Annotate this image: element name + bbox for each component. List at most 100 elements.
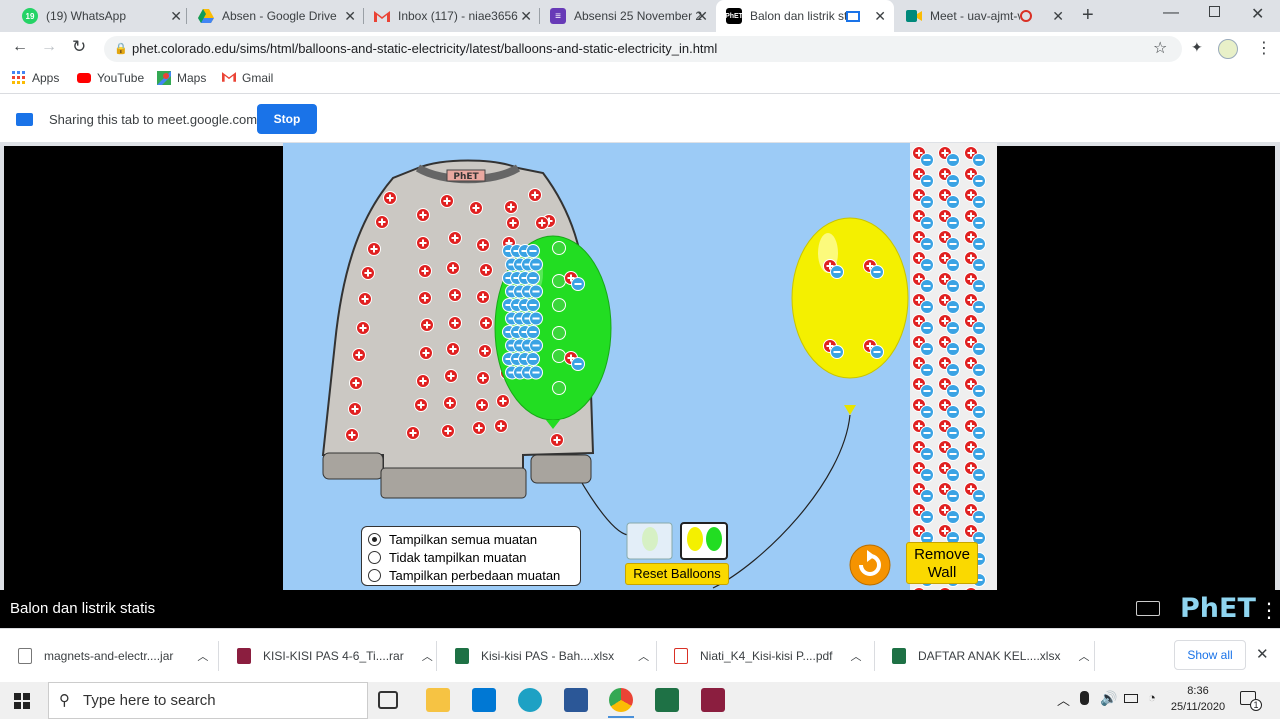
keyboard-icon[interactable] (1136, 601, 1160, 616)
youtube-icon (77, 73, 91, 83)
bookmark-label: Maps (177, 71, 207, 85)
tab-google-forms[interactable]: ≡ Absensi 25 November 2 ✕ (540, 0, 716, 32)
search-placeholder: Type here to search (83, 692, 216, 709)
sharing-icon (846, 10, 860, 22)
tab-strip: 19 (19) WhatsApp ✕ Absen - Google Drive … (0, 0, 1280, 32)
whatsapp-icon: 19 (22, 8, 38, 24)
address-bar[interactable]: 🔒 phet.colorado.edu/sims/html/balloons-a… (104, 36, 1182, 62)
apps-grid-icon (12, 71, 26, 85)
volume-icon[interactable]: 🔊 (1100, 690, 1117, 707)
bookmark-youtube[interactable]: YouTube (77, 71, 144, 85)
windows-start-icon[interactable] (14, 693, 30, 712)
close-icon[interactable]: ✕ (1052, 8, 1064, 25)
stop-sharing-button[interactable]: Stop (257, 104, 317, 134)
new-tab-button[interactable]: + (1082, 4, 1094, 27)
chevron-up-icon[interactable]: ︿ (638, 648, 649, 664)
download-item[interactable]: magnets-and-electr....jar ︿ (18, 629, 208, 683)
radio-show-all-charges[interactable]: Tampilkan semua muatan (368, 530, 574, 548)
close-icon[interactable]: ✕ (696, 8, 708, 25)
restore-button[interactable] (1209, 6, 1220, 17)
file-icon (18, 648, 32, 664)
download-name: Niati_K4_Kisi-kisi P....pdf (700, 649, 833, 663)
downloads-shelf: magnets-and-electr....jar ︿ KISI-KISI PA… (0, 628, 1280, 682)
yellow-balloon-string (712, 414, 851, 589)
edge-icon[interactable] (518, 688, 542, 712)
radio-label: Tampilkan perbedaan muatan (389, 567, 561, 583)
bookmark-label: Apps (32, 71, 60, 85)
charge-display-options: Tampilkan semua muatan Tidak tampilkan m… (361, 526, 581, 586)
reset-balloons-button[interactable]: Reset Balloons (625, 563, 729, 585)
file-explorer-icon[interactable] (426, 688, 450, 712)
tab-title: Inbox (117) - niae3656 (398, 9, 518, 23)
pdf-icon (674, 648, 688, 664)
yellow-balloon[interactable] (791, 217, 909, 415)
balloon-positive-charge (552, 298, 566, 312)
mail-icon[interactable] (472, 688, 496, 712)
phet-menu-icon[interactable]: ⋮ (1259, 598, 1279, 623)
extensions-icon[interactable]: ✦ (1191, 39, 1203, 56)
download-name: DAFTAR ANAK KEL....xlsx (918, 649, 1061, 663)
tab-gmail[interactable]: Inbox (117) - niae3656 ✕ (364, 0, 540, 32)
download-name: Kisi-kisi PAS - Bah....xlsx (481, 649, 615, 663)
bookmark-gmail[interactable]: Gmail (222, 71, 273, 85)
show-all-downloads-button[interactable]: Show all (1174, 640, 1246, 670)
chrome-icon[interactable] (609, 688, 633, 712)
download-item[interactable]: KISI-KISI PAS 4-6_Ti....rar ︿ (237, 629, 433, 683)
tray-chevron-icon[interactable]: ︿ (1057, 690, 1070, 709)
radio-button[interactable] (368, 532, 381, 546)
taskbar-search-input[interactable]: ⚲ Type here to search (48, 682, 368, 719)
task-view-icon[interactable] (378, 691, 398, 709)
chevron-up-icon[interactable]: ︿ (422, 648, 433, 664)
reset-all-button[interactable] (849, 544, 891, 586)
close-icon[interactable]: ✕ (520, 8, 532, 25)
clock-date[interactable]: 25/11/2020 (1166, 701, 1230, 713)
radio-button[interactable] (368, 568, 381, 582)
tab-title: Meet - uav-ajmt-vk (930, 9, 1020, 23)
tab-title: Absen - Google Drive (222, 9, 337, 23)
bookmark-maps[interactable]: Maps (157, 71, 206, 85)
remove-wall-button[interactable]: Remove Wall (906, 542, 978, 584)
close-icon[interactable]: ✕ (344, 8, 356, 25)
excel-icon (455, 648, 469, 664)
menu-icon[interactable]: ⋮ (1256, 38, 1272, 58)
excel-icon[interactable] (655, 688, 679, 712)
tab-whatsapp[interactable]: 19 (19) WhatsApp ✕ (12, 0, 190, 32)
extension-wadi-icon[interactable] (1218, 39, 1238, 59)
minimize-button[interactable]: — (1163, 4, 1179, 22)
close-window-button[interactable]: ✕ (1251, 4, 1264, 24)
url-text: phet.colorado.edu/sims/html/balloons-and… (132, 41, 718, 56)
bookmarks-bar: Apps YouTube Maps Gmail (0, 66, 1280, 94)
phet-icon: PhET (725, 8, 743, 24)
wifi-icon[interactable]: ◔ (1148, 690, 1156, 705)
chevron-up-icon[interactable]: ︿ (1078, 648, 1089, 664)
close-downloads-icon[interactable]: ✕ (1256, 645, 1269, 663)
wall (910, 143, 997, 590)
download-item[interactable]: Kisi-kisi PAS - Bah....xlsx ︿ (455, 629, 649, 683)
tab-google-drive[interactable]: Absen - Google Drive ✕ (188, 0, 364, 32)
download-item[interactable]: Niati_K4_Kisi-kisi P....pdf ︿ (674, 629, 862, 683)
microphone-icon[interactable] (1080, 691, 1089, 705)
clock-time[interactable]: 8:36 (1170, 685, 1226, 697)
battery-icon[interactable] (1124, 694, 1138, 703)
bookmark-label: YouTube (97, 71, 145, 85)
tab-google-meet[interactable]: Meet - uav-ajmt-vk ✕ (896, 0, 1072, 32)
chevron-up-icon[interactable]: ︿ (197, 648, 208, 664)
reload-icon[interactable]: ↻ (72, 37, 86, 57)
download-name: magnets-and-electr....jar (44, 649, 174, 663)
forward-arrow-icon[interactable]: → (41, 38, 57, 56)
radio-show-charge-difference[interactable]: Tampilkan perbedaan muatan (368, 566, 574, 584)
balloon-positive-charge (552, 326, 566, 340)
tab-phet-active[interactable]: PhET Balon dan listrik sta ✕ (716, 0, 894, 32)
word-icon[interactable] (564, 688, 588, 712)
tab-sharing-bar: Sharing this tab to meet.google.com (0, 96, 1280, 142)
chevron-up-icon[interactable]: ︿ (851, 648, 862, 664)
back-arrow-icon[interactable]: ← (12, 38, 28, 56)
radio-button[interactable] (368, 550, 381, 564)
download-item[interactable]: DAFTAR ANAK KEL....xlsx ︿ (892, 629, 1089, 683)
close-icon[interactable]: ✕ (170, 8, 182, 25)
radio-hide-charges[interactable]: Tidak tampilkan muatan (368, 548, 574, 566)
winrar-icon[interactable] (701, 688, 725, 712)
bookmark-apps[interactable]: Apps (12, 71, 59, 85)
star-icon[interactable]: ☆ (1153, 38, 1167, 58)
close-icon[interactable]: ✕ (874, 8, 886, 25)
